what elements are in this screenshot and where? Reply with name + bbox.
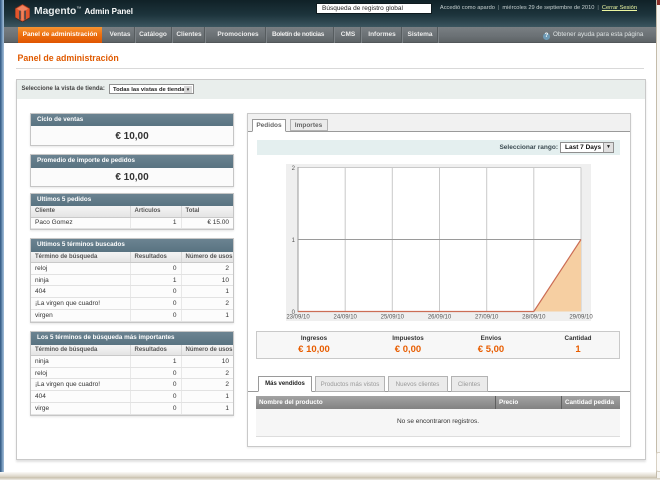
svg-text:23/09/10: 23/09/10	[286, 315, 310, 321]
svg-text:29/09/10: 29/09/10	[569, 315, 593, 321]
svg-text:27/09/10: 27/09/10	[475, 315, 499, 321]
svg-text:24/09/10: 24/09/10	[334, 315, 358, 321]
svg-text:28/09/10: 28/09/10	[522, 315, 546, 321]
svg-text:26/09/10: 26/09/10	[428, 315, 452, 321]
svg-text:25/09/10: 25/09/10	[381, 315, 405, 321]
